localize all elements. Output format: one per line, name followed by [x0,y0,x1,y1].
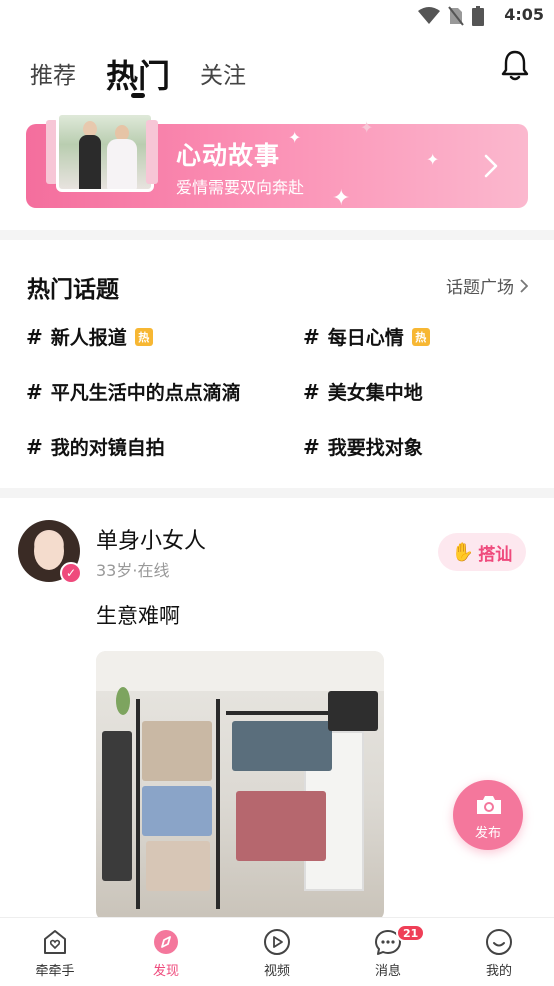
nav-item-video[interactable]: 视频 [237,928,317,979]
play-icon [264,929,290,955]
nav-label: 视频 [263,964,290,979]
hash-icon: # [26,434,43,459]
publish-label: 发布 [474,826,501,841]
banner-subtitle: 爱情需要双向奔赴 [176,178,305,197]
chevron-right-icon [520,278,528,293]
post-author-name[interactable]: 单身小女人 [96,523,206,555]
section-divider [0,230,554,240]
tab-hot-label: 热门 [106,57,171,95]
topic-plaza-label: 话题广场 [446,278,514,298]
love-story-banner[interactable]: ✦ ✦ ✦ ✦ 心动故事 爱情需要双向奔赴 [26,112,528,211]
status-time: 4:05 [504,5,544,24]
avatar-face [34,532,64,570]
post-text: 生意难啊 [96,604,180,628]
image-rack [136,699,140,909]
nav-label: 我的 [485,964,512,979]
hash-icon: # [303,434,320,459]
hash-icon: # [26,379,43,404]
banner-couple-photo [56,112,154,192]
image-clothes [102,731,132,881]
top-tabs: 推荐 热门 关注 [30,40,276,100]
topic-item[interactable]: # 新人报道 热 [26,323,153,350]
topic-plaza-link[interactable]: 话题广场 [446,273,528,298]
publish-button[interactable]: 发布 [453,780,523,850]
section-divider [0,488,554,498]
topic-item[interactable]: # 我的对镜自拍 [26,433,165,460]
sparkle-icon: ✦ [288,128,302,147]
image-clothes [236,791,326,861]
nav-item-hand-in-hand[interactable]: 牵牵手 [15,928,95,979]
camera-icon [477,796,501,814]
tab-hot[interactable]: 热门 [106,52,170,100]
nav-item-messages[interactable]: 21 消息 [348,924,428,979]
image-clothes [146,841,210,891]
verified-icon: ✓ [60,562,82,584]
topic-label: 我的对镜自拍 [50,437,165,459]
hot-topics-title: 热门话题 [27,277,119,303]
compass-icon [154,930,178,954]
tab-recommend[interactable]: 推荐 [30,52,76,100]
banner-frame-right [146,120,158,184]
wifi-icon [418,7,440,24]
status-bar: 4:05 [0,0,554,34]
tab-following[interactable]: 关注 [200,52,246,100]
image-clothes [232,721,332,771]
nav-item-me[interactable]: 我的 [459,928,539,979]
heart-house-icon [44,930,66,954]
waving-hand-icon: ✋ [451,541,475,563]
topic-item[interactable]: # 每日心情 热 [303,323,430,350]
topic-label: 美女集中地 [327,382,423,404]
image-clothes [328,691,378,731]
hash-icon: # [26,324,43,349]
no-sim-icon [448,6,464,26]
banner-title: 心动故事 [176,141,281,170]
battery-icon [472,6,484,26]
chevron-right-icon [484,154,498,178]
topic-label: 每日心情 [327,327,404,349]
active-tab-indicator [131,93,145,98]
image-plant [116,687,130,715]
bottom-nav: 牵牵手 发现 视频 21 消息 我的 [0,917,554,986]
topic-item[interactable]: # 我要找对象 [303,433,423,460]
photo-groom [79,135,101,189]
topic-item[interactable]: # 平凡生活中的点点滴滴 [26,378,241,405]
nav-label: 牵牵手 [35,964,75,979]
greet-button-label: 搭讪 [478,544,513,565]
image-rack [216,699,220,909]
post-author-meta: 33岁·在线 [96,561,170,580]
topic-label: 新人报道 [50,327,127,349]
post-image[interactable] [96,651,384,921]
hash-icon: # [303,324,320,349]
image-clothes [142,786,212,836]
topic-label: 平凡生活中的点点滴滴 [50,382,241,404]
image-ceiling [96,651,384,691]
hot-badge: 热 [411,327,430,346]
bell-icon[interactable] [500,48,530,82]
topic-label: 我要找对象 [327,437,423,459]
hash-icon: # [303,379,320,404]
nav-label: 消息 [374,964,401,979]
topic-item[interactable]: # 美女集中地 [303,378,423,405]
photo-bride [107,139,137,189]
sparkle-icon: ✦ [360,118,374,137]
unread-badge: 21 [396,924,426,942]
image-clothes [142,721,212,781]
smile-icon [486,929,512,955]
greet-button[interactable]: ✋ 搭讪 [438,533,526,571]
nav-item-discover[interactable]: 发现 [126,928,206,979]
status-icons [418,6,484,26]
nav-label: 发现 [152,964,179,979]
sparkle-icon: ✦ [426,150,440,169]
sparkle-icon: ✦ [332,186,351,211]
hot-badge: 热 [134,327,153,346]
